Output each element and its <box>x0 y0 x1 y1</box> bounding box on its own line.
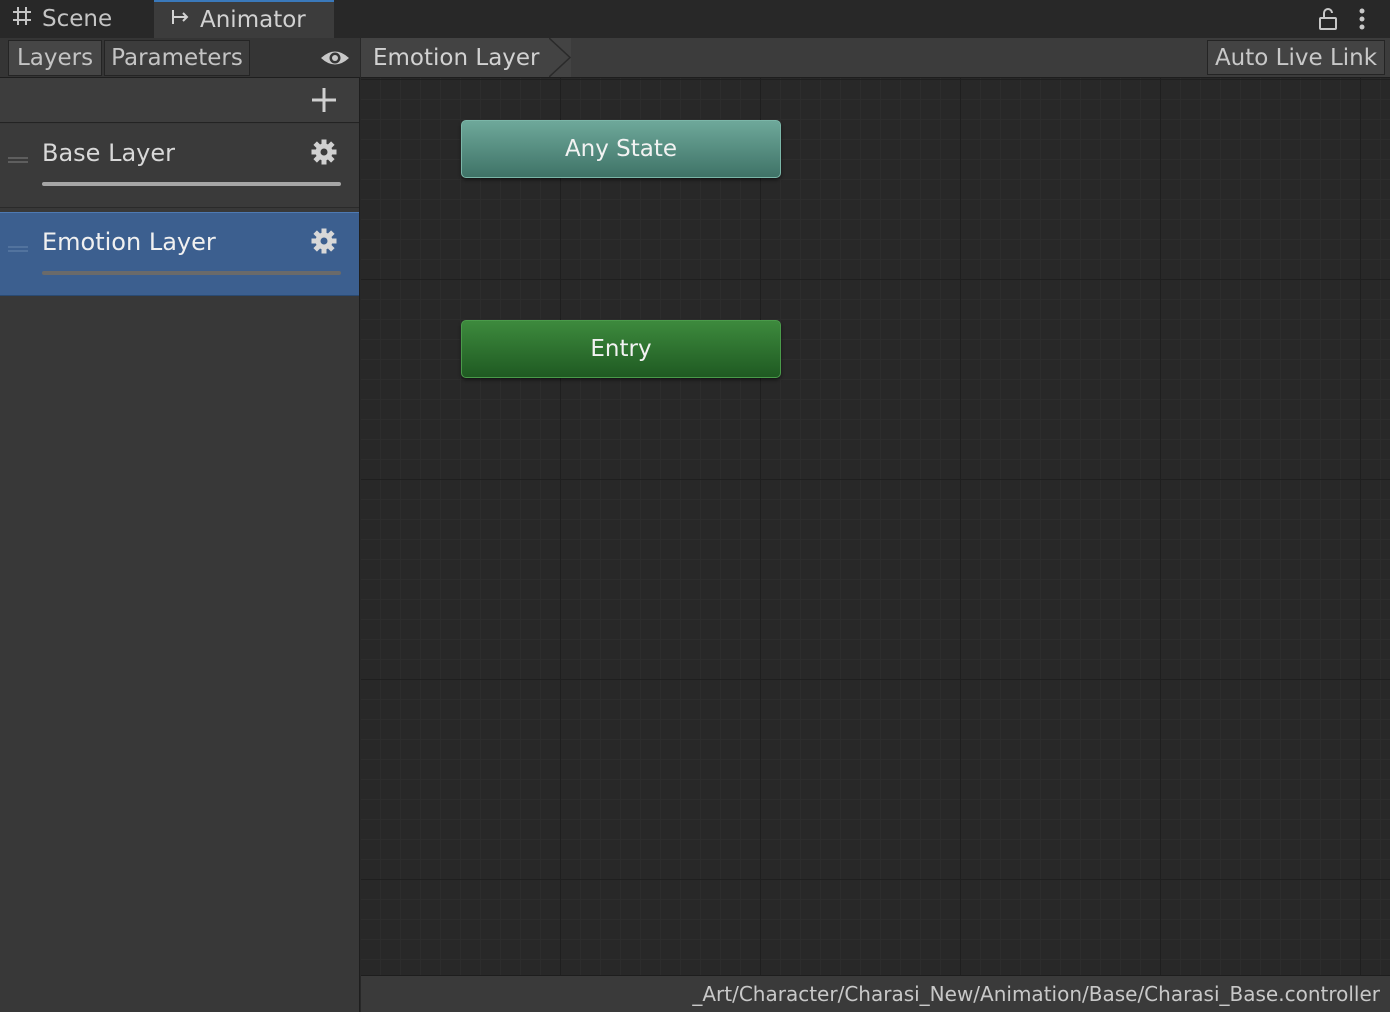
tab-animator-label: Animator <box>200 7 306 33</box>
kebab-menu-icon[interactable] <box>1352 6 1372 32</box>
layer-weight-bar[interactable] <box>42 271 341 275</box>
layers-add-row <box>0 78 359 123</box>
layer-name: Base Layer <box>42 139 175 167</box>
tab-animator[interactable]: Animator <box>154 0 334 38</box>
drag-handle-icon[interactable] <box>8 148 28 163</box>
eye-icon[interactable] <box>318 46 352 70</box>
status-bar: _Art/Character/Charasi_New/Animation/Bas… <box>361 975 1390 1012</box>
breadcrumb-current: Emotion Layer <box>373 44 540 71</box>
auto-live-link-button[interactable]: Auto Live Link <box>1207 40 1385 75</box>
controller-path: _Art/Character/Charasi_New/Animation/Bas… <box>692 982 1380 1006</box>
tab-scene-label: Scene <box>42 6 113 32</box>
hash-icon <box>12 6 32 32</box>
tab-scene[interactable]: Scene <box>0 0 152 38</box>
state-node-any-state[interactable]: Any State <box>461 120 781 178</box>
tab-layers[interactable]: Layers <box>8 40 102 76</box>
state-node-label: Entry <box>590 336 652 362</box>
lock-icon[interactable] <box>1316 6 1340 32</box>
left-toolbar: Layers Parameters <box>0 38 360 78</box>
state-node-entry[interactable]: Entry <box>461 320 781 378</box>
layer-weight-bar[interactable] <box>42 182 341 186</box>
state-node-label: Any State <box>564 136 678 162</box>
plus-icon[interactable] <box>310 86 338 114</box>
layer-item-base-layer[interactable]: Base Layer <box>0 124 359 208</box>
tab-parameters[interactable]: Parameters <box>104 40 250 76</box>
gear-icon[interactable] <box>310 138 338 166</box>
layer-name: Emotion Layer <box>42 228 216 256</box>
drag-handle-icon[interactable] <box>8 237 28 252</box>
animator-graph-icon <box>170 7 190 33</box>
layers-panel: Base Layer Emotion Layer <box>0 78 360 1012</box>
breadcrumb[interactable]: Emotion Layer <box>361 38 571 77</box>
breadcrumb-arrow-icon <box>548 37 572 78</box>
gear-icon[interactable] <box>310 227 338 255</box>
breadcrumb-bar: Emotion Layer Auto Live Link <box>361 37 1390 78</box>
layer-item-emotion-layer[interactable]: Emotion Layer <box>0 212 359 296</box>
state-machine-graph[interactable]: Any State Entry <box>361 78 1390 975</box>
window-tab-bar: Scene Animator <box>0 0 1390 38</box>
